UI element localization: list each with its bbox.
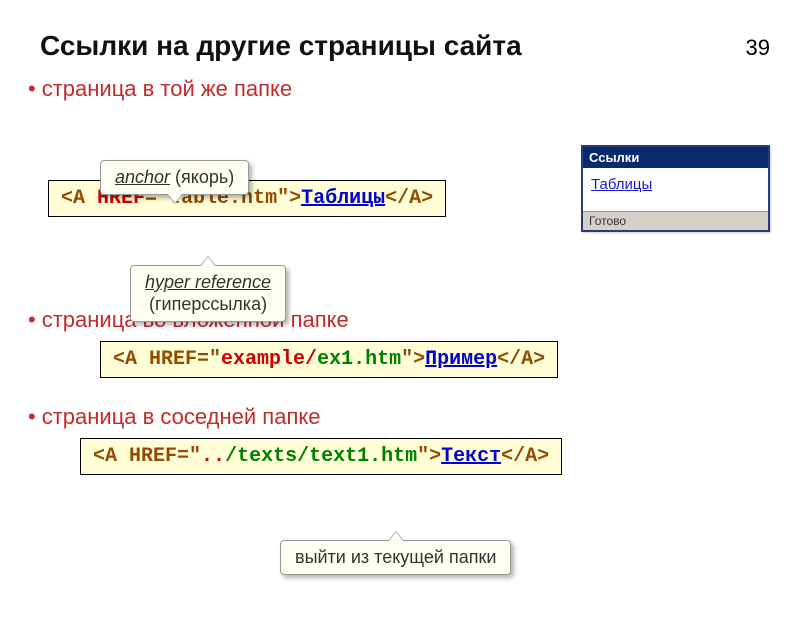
code2-close: </A> bbox=[497, 348, 545, 371]
page-title: Ссылки на другие страницы сайта bbox=[40, 30, 800, 62]
page-number: 39 bbox=[746, 35, 770, 61]
code2-gt: > bbox=[413, 348, 425, 371]
code3-attr: HREF bbox=[129, 445, 177, 468]
tooltip-upfolder-text: выйти из текущей папки bbox=[295, 547, 496, 567]
tooltip-anchor-rest: (якорь) bbox=[170, 167, 234, 187]
bullet-dot-icon: • bbox=[28, 78, 36, 100]
code3-q: " bbox=[417, 445, 429, 468]
code1-gt: > bbox=[289, 187, 301, 210]
bullet-dot-icon: • bbox=[28, 406, 36, 428]
tooltip-upfolder: выйти из текущей папки bbox=[280, 540, 511, 575]
code3-open: <A bbox=[93, 445, 129, 468]
code2-q: " bbox=[401, 348, 413, 371]
tooltip-anchor-underline: anchor bbox=[115, 167, 170, 187]
code2-dir: example/ bbox=[221, 348, 317, 371]
tooltip-hyperref: hyper reference (гиперссылка) bbox=[130, 265, 286, 322]
code1-link: Таблицы bbox=[301, 187, 385, 210]
code1-open: <A bbox=[61, 187, 97, 210]
tooltip-hyperref-rest: (гиперссылка) bbox=[149, 294, 267, 314]
preview-title: Ссылки bbox=[583, 147, 768, 168]
code2-open: <A bbox=[113, 348, 149, 371]
preview-link[interactable]: Таблицы bbox=[591, 176, 652, 193]
preview-body: Таблицы bbox=[583, 168, 768, 211]
code-box-3: <A HREF="../texts/text1.htm">Текст</A> bbox=[80, 438, 562, 475]
code2-link: Пример bbox=[425, 348, 497, 371]
bullet-3: • страница в соседней папке bbox=[28, 404, 800, 430]
code2-eq: =" bbox=[197, 348, 221, 371]
code3-link: Текст bbox=[441, 445, 501, 468]
bullet-1: • страница в той же папке bbox=[28, 76, 800, 102]
code3-up: .. bbox=[201, 445, 225, 468]
code3-close: </A> bbox=[501, 445, 549, 468]
bullet-1-text: страница в той же папке bbox=[42, 76, 292, 102]
code2-file: ex1.htm bbox=[317, 348, 401, 371]
bullet-dot-icon: • bbox=[28, 309, 36, 331]
tooltip-anchor: anchor (якорь) bbox=[100, 160, 249, 195]
code2-attr: HREF bbox=[149, 348, 197, 371]
preview-status: Готово bbox=[583, 211, 768, 230]
code3-eq: =" bbox=[177, 445, 201, 468]
tooltip-hyperref-underline: hyper reference bbox=[145, 272, 271, 292]
preview-window: Ссылки Таблицы Готово bbox=[581, 145, 770, 232]
code3-rest: /texts/text1.htm bbox=[225, 445, 417, 468]
code1-close: </A> bbox=[385, 187, 433, 210]
code3-gt: > bbox=[429, 445, 441, 468]
bullet-3-text: страница в соседней папке bbox=[42, 404, 321, 430]
code-box-2: <A HREF="example/ex1.htm">Пример</A> bbox=[100, 341, 558, 378]
